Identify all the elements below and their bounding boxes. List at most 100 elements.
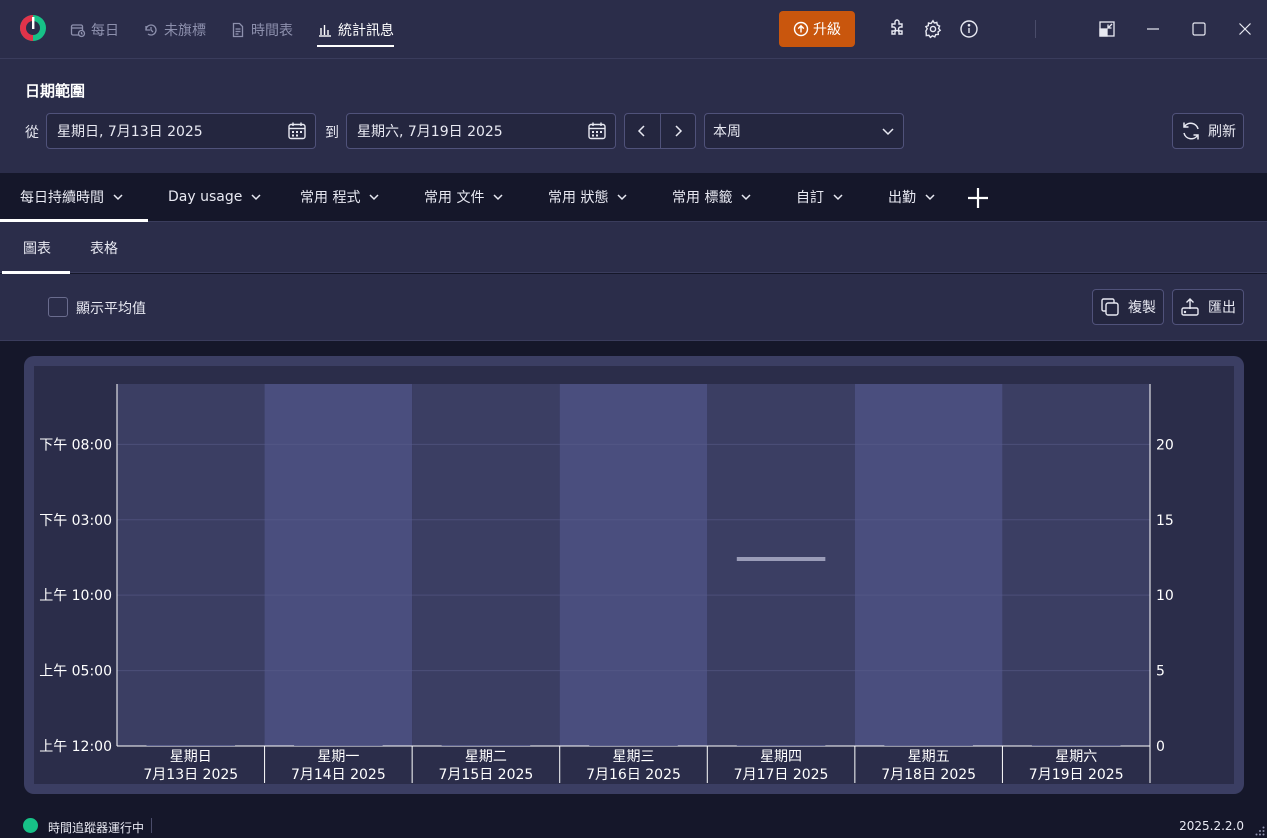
y-left-tick-label: 下午 08:00 (39, 437, 112, 453)
tab-top-states[interactable]: 常用 狀態 (548, 173, 628, 221)
y-left-tick-label: 上午 12:00 (39, 739, 112, 755)
untagged-icon (145, 23, 157, 36)
nav-untagged[interactable]: 未旗標 (143, 0, 206, 59)
tab-chart-label: 圖表 (23, 241, 51, 257)
nav-daily[interactable]: 每日 (70, 0, 119, 59)
chevron-down-icon (882, 128, 894, 136)
calendar-icon[interactable] (587, 121, 607, 141)
chevron-down-icon[interactable] (492, 191, 504, 203)
chevron-down-icon[interactable] (832, 191, 844, 203)
tab-attendance[interactable]: 出勤 (888, 173, 936, 221)
tab-day-usage[interactable]: Day usage (168, 173, 262, 221)
day-column-band (707, 384, 855, 746)
date-step-buttons (624, 113, 696, 149)
close-button[interactable] (1235, 19, 1255, 39)
upgrade-label: 升級 (813, 22, 841, 38)
to-date-picker[interactable]: 星期六, 7月19日 2025 (346, 113, 616, 149)
from-date-value: 星期日, 7月13日 2025 (57, 124, 203, 140)
chevron-down-icon[interactable] (250, 191, 262, 203)
export-label: 匯出 (1208, 300, 1236, 316)
main-nav: 每日 未旗標 時間表 統計訊息 (70, 0, 418, 59)
puzzle-icon (891, 19, 903, 35)
document-icon (232, 22, 244, 37)
nav-daily-label: 每日 (91, 22, 119, 39)
y-right-tick-label: 5 (1156, 664, 1165, 680)
tab-custom[interactable]: 自訂 (796, 173, 844, 221)
nav-untagged-label: 未旗標 (164, 22, 206, 39)
settings-button[interactable] (923, 19, 943, 39)
range-preset-value: 本周 (713, 124, 741, 140)
show-average-checkbox[interactable] (48, 297, 68, 317)
nav-timesheet[interactable]: 時間表 (230, 0, 293, 59)
add-tab-icon[interactable] (966, 186, 990, 210)
chart-panel: 上午 12:00 上午 05:00 上午 10:00 下午 03:00 下午 08:00… (24, 356, 1244, 794)
next-range-button[interactable] (661, 114, 696, 148)
y-right-tick-label: 15 (1156, 513, 1174, 529)
export-icon (1181, 298, 1199, 316)
tab-top-documents[interactable]: 常用 文件 (424, 173, 504, 221)
y-right-tick-label: 20 (1156, 437, 1174, 453)
date-range-title: 日期範圍 (25, 82, 86, 100)
compact-window-icon (1099, 21, 1115, 37)
nav-statistics[interactable]: 統計訊息 (317, 0, 394, 59)
previous-range-button[interactable] (625, 114, 661, 148)
y-left-tick-label: 上午 05:00 (39, 664, 112, 680)
copy-icon (1101, 298, 1119, 316)
export-button[interactable]: 匯出 (1172, 289, 1244, 325)
from-date-picker[interactable]: 星期日, 7月13日 2025 (46, 113, 316, 149)
x-tick-date: 7月13日 2025 (143, 767, 238, 783)
y-left-tick-label: 上午 10:00 (39, 588, 112, 604)
chevron-left-icon (638, 125, 645, 137)
day-column-band (117, 384, 265, 746)
x-tick-date: 7月19日 2025 (1029, 767, 1124, 783)
nav-statistics-label: 統計訊息 (338, 22, 394, 39)
close-icon (1239, 23, 1251, 35)
to-label: 到 (325, 125, 339, 141)
calendar-icon[interactable] (287, 121, 307, 141)
minimize-button[interactable] (1143, 19, 1163, 39)
day-column-band (1002, 384, 1150, 746)
y-right-tick-label: 10 (1156, 588, 1174, 604)
x-tick-weekday: 星期日 (170, 749, 212, 765)
chevron-down-icon[interactable] (112, 191, 124, 203)
day-column-band (264, 384, 413, 746)
resize-grip-icon[interactable] (1255, 826, 1265, 836)
x-tick-date: 7月18日 2025 (881, 767, 976, 783)
tab-label: 每日持續時間 (20, 190, 104, 206)
day-column-band (854, 384, 1003, 746)
refresh-button[interactable]: 刷新 (1172, 113, 1244, 149)
chevron-down-icon[interactable] (740, 191, 752, 203)
gear-icon (924, 19, 942, 39)
tab-label: 出勤 (888, 190, 916, 206)
y-right-tick-label: 0 (1156, 739, 1165, 755)
app-logo-icon (20, 15, 46, 41)
x-tick-weekday: 星期一 (317, 749, 359, 765)
tab-label: 常用 狀態 (548, 190, 609, 206)
chevron-down-icon[interactable] (616, 191, 628, 203)
range-preset-select[interactable]: 本周 (704, 113, 904, 149)
tab-table[interactable]: 表格 (90, 238, 118, 258)
copy-button[interactable]: 複製 (1092, 289, 1164, 325)
x-tick-weekday: 星期四 (760, 749, 802, 765)
upgrade-arrow-icon (793, 21, 809, 37)
chevron-down-icon[interactable] (924, 191, 936, 203)
nav-timesheet-label: 時間表 (251, 22, 293, 39)
tab-top-programs[interactable]: 常用 程式 (300, 173, 380, 221)
refresh-label: 刷新 (1208, 124, 1236, 140)
tab-chart[interactable]: 圖表 (2, 238, 70, 274)
chevron-down-icon[interactable] (368, 191, 380, 203)
chart-toolbar: 顯示平均值 複製 匯出 (0, 274, 1267, 341)
info-icon (960, 20, 978, 38)
tab-top-tags[interactable]: 常用 標籤 (672, 173, 752, 221)
maximize-button[interactable] (1189, 19, 1209, 39)
tab-daily-duration[interactable]: 每日持續時間 (0, 173, 148, 222)
upgrade-button[interactable]: 升級 (779, 11, 855, 47)
title-bar: 每日 未旗標 時間表 統計訊息 升級 (0, 0, 1267, 59)
plugins-button[interactable] (887, 19, 907, 39)
tab-label: 常用 程式 (300, 190, 361, 206)
about-button[interactable] (959, 19, 979, 39)
from-label: 從 (25, 125, 39, 141)
minimize-icon (1147, 28, 1159, 30)
x-tick-date: 7月15日 2025 (439, 767, 534, 783)
compact-mode-button[interactable] (1097, 19, 1117, 39)
